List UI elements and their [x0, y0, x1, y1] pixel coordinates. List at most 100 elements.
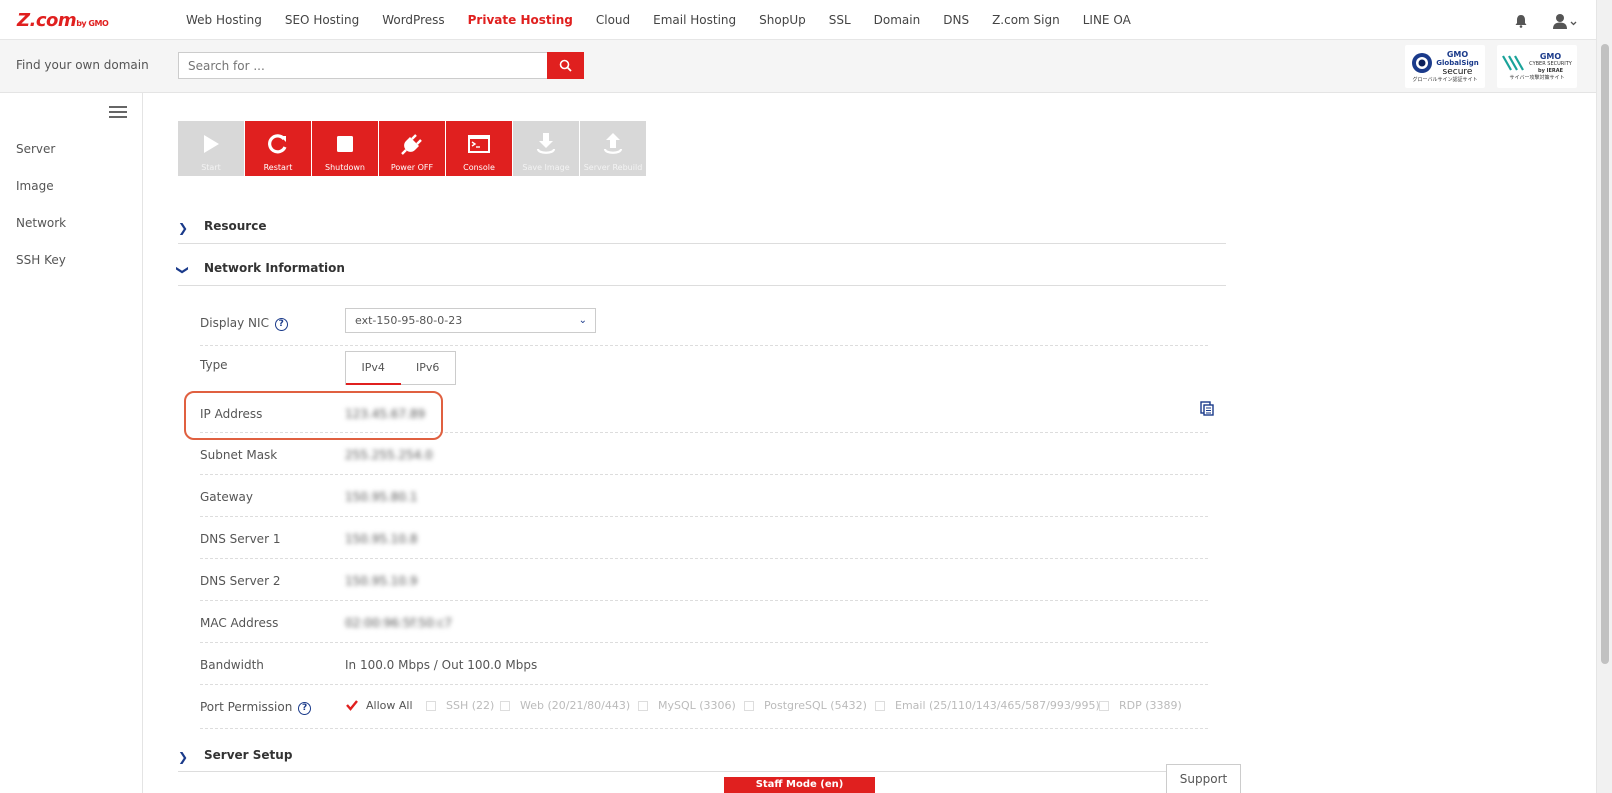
dns-server-2-label: DNS Server 2 [200, 574, 281, 588]
restart-icon [268, 134, 287, 154]
gateway-label: Gateway [200, 490, 254, 504]
nav-domain[interactable]: Domain [874, 13, 921, 27]
gateway-value: 150.95.80.1 [345, 490, 418, 504]
copy-to-clipboard-icon[interactable] [1199, 400, 1215, 416]
port-ssh-label: SSH (22) [446, 699, 495, 712]
port-mysql-checkbox[interactable]: MySQL (3306) [638, 699, 736, 712]
nav-cloud[interactable]: Cloud [596, 13, 630, 27]
server-rebuild-label: Server Rebuild [583, 163, 643, 172]
ip-type-toggle: IPv4 IPv6 [345, 351, 456, 385]
globalsign-secure-badge[interactable]: GMO GlobalSign secure グローバルサイン認証サイト [1405, 45, 1485, 88]
chevron-right-icon: ❯ [178, 750, 189, 764]
sidebar-item-ssh-key[interactable]: SSH Key [16, 253, 66, 267]
main-nav: Web Hosting SEO Hosting WordPress Privat… [186, 0, 1154, 40]
nav-shopup[interactable]: ShopUp [759, 13, 806, 27]
zcom-logo[interactable]: Z.comby GMO [17, 10, 109, 31]
power-off-button[interactable]: Power OFF [379, 121, 445, 176]
type-row: Type IPv4 IPv6 [200, 350, 1208, 392]
nav-line-oa[interactable]: LINE OA [1083, 13, 1131, 27]
resource-section-title: Resource [204, 219, 267, 233]
server-setup-section-title: Server Setup [204, 748, 293, 762]
shutdown-label: Shutdown [325, 163, 365, 172]
security-gmo-text: GMO [1539, 51, 1562, 61]
dns-server-2-value: 150.95.10.9 [345, 574, 418, 588]
help-icon[interactable]: ? [274, 318, 288, 331]
search-icon [559, 59, 572, 72]
security-jp-text: サイバー攻撃対策サイト [1509, 74, 1565, 81]
shutdown-button[interactable]: Shutdown [312, 121, 378, 176]
play-icon [204, 135, 219, 153]
globalsign-secure-word: secure [1442, 66, 1473, 77]
vertical-scrollbar[interactable] [1596, 0, 1612, 793]
display-nic-select[interactable]: ext-150-95-80-0-23 ⌄ [345, 308, 596, 333]
port-allow-all-checkbox[interactable]: Allow All [346, 699, 413, 712]
power-off-label: Power OFF [390, 163, 434, 172]
subnet-mask-label: Subnet Mask [200, 448, 278, 462]
nav-private-hosting[interactable]: Private Hosting [468, 13, 573, 27]
server-setup-section-toggle[interactable]: ❯ Server Setup [178, 748, 1226, 772]
display-nic-label: Display NIC ? [200, 316, 288, 331]
scrollbar-thumb[interactable] [1601, 44, 1609, 664]
nav-web-hosting[interactable]: Web Hosting [186, 13, 262, 27]
sidebar-item-image[interactable]: Image [16, 179, 54, 193]
dns-server-1-label: DNS Server 1 [200, 532, 281, 546]
server-rebuild-button[interactable]: Server Rebuild [580, 121, 646, 176]
chevron-down-icon: ❯ [176, 264, 191, 276]
start-label: Start [201, 163, 221, 172]
nav-ssl[interactable]: SSL [829, 13, 851, 27]
cyber-security-badge[interactable]: GMO CYBER SECURITY by IERAE サイバー攻撃対策サイト [1497, 45, 1577, 88]
nav-wordpress[interactable]: WordPress [382, 13, 444, 27]
user-menu-icon[interactable] [1552, 13, 1578, 29]
sidebar-item-server[interactable]: Server [16, 142, 55, 156]
port-web-checkbox[interactable]: Web (20/21/80/443) [500, 699, 630, 712]
nav-seo-hosting[interactable]: SEO Hosting [285, 13, 359, 27]
mac-address-label: MAC Address [200, 616, 279, 630]
port-email-checkbox[interactable]: Email (25/110/143/465/587/993/995) [875, 699, 1100, 712]
bandwidth-value: In 100.0 Mbps / Out 100.0 Mbps [345, 658, 538, 672]
ierae-logo-icon [1502, 55, 1525, 71]
bell-icon[interactable] [1514, 14, 1528, 28]
globalsign-name: GlobalSign [1436, 58, 1479, 67]
server-action-toolbar: Start Restart Shutdown Power OFF Console… [178, 121, 647, 176]
logo-sub-text: by GMO [76, 19, 109, 28]
security-name: CYBER SECURITY [1529, 60, 1572, 67]
network-section-title: Network Information [204, 261, 345, 275]
globalsign-jp-text: グローバルサイン認証サイト [1412, 76, 1478, 83]
logo-text: Z.com [17, 10, 77, 31]
start-button[interactable]: Start [178, 121, 244, 176]
console-button[interactable]: Console [446, 121, 512, 176]
console-label: Console [463, 163, 495, 172]
port-ssh-checkbox[interactable]: SSH (22) [426, 699, 494, 712]
restart-button[interactable]: Restart [245, 121, 311, 176]
rebuild-icon [603, 133, 623, 154]
mac-address-row: MAC Address 02:00:96:5f:50:c7 [200, 601, 1208, 643]
console-icon [468, 135, 490, 153]
display-nic-value: ext-150-95-80-0-23 [355, 314, 463, 327]
hamburger-menu-icon[interactable] [109, 106, 127, 118]
network-section-toggle[interactable]: ❯ Network Information [176, 261, 1226, 286]
save-image-label: Save Image [522, 163, 570, 172]
nav-email-hosting[interactable]: Email Hosting [653, 13, 736, 27]
tab-ipv6[interactable]: IPv6 [401, 352, 456, 384]
resource-section-toggle[interactable]: ❯ Resource [178, 219, 1226, 244]
search-button[interactable] [547, 52, 584, 79]
save-image-button[interactable]: Save Image [513, 121, 579, 176]
port-postgresql-checkbox[interactable]: PostgreSQL (5432) [744, 699, 867, 712]
port-web-label: Web (20/21/80/443) [520, 699, 631, 712]
nav-zcom-sign[interactable]: Z.com Sign [992, 13, 1060, 27]
sidebar: Server Image Network SSH Key [0, 93, 143, 793]
sidebar-item-network[interactable]: Network [16, 216, 66, 230]
port-rdp-checkbox[interactable]: RDP (3389) [1099, 699, 1182, 712]
port-permission-row: Port Permission ? Allow All SSH (22) Web… [200, 685, 1208, 729]
stop-icon [337, 136, 353, 152]
dns-server-1-row: DNS Server 1 150.95.10.8 [200, 517, 1208, 559]
type-label: Type [200, 358, 228, 372]
checkmark-icon [346, 700, 358, 711]
port-permission-label-text: Port Permission [200, 700, 293, 714]
domain-search-input[interactable] [178, 52, 548, 79]
help-icon[interactable]: ? [298, 702, 312, 715]
globalsign-gmo-text: GMO [1446, 49, 1469, 59]
nav-dns[interactable]: DNS [943, 13, 969, 27]
support-button[interactable]: Support [1166, 764, 1241, 793]
tab-ipv4[interactable]: IPv4 [346, 352, 401, 385]
